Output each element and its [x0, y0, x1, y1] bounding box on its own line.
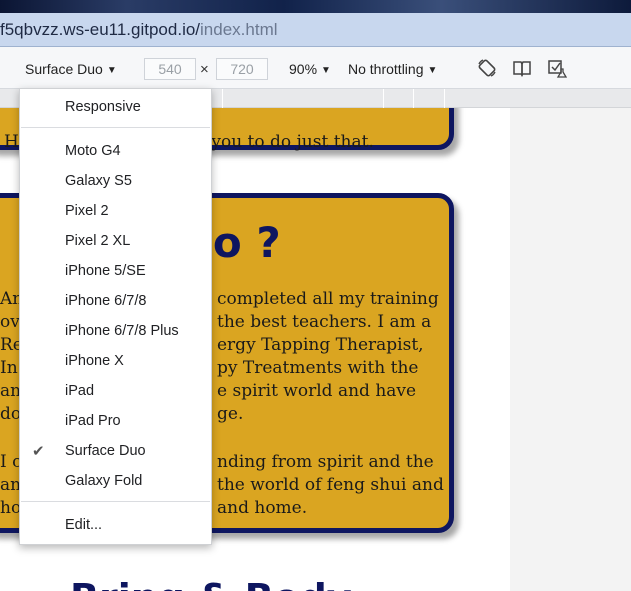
dual-screen-icon[interactable]: [512, 58, 532, 78]
zoom-select[interactable]: 90% ▼: [289, 61, 331, 77]
about-text-right: the best teachers. I am a: [217, 312, 432, 332]
url-host: f5qbvzz.ws-eu11.gitpod.io/: [0, 20, 201, 39]
about-text-left: ov: [0, 312, 20, 332]
about-text-right: ge.: [217, 404, 244, 424]
device-select[interactable]: Surface Duo ▼: [25, 61, 117, 77]
rotate-icon[interactable]: [477, 58, 497, 78]
throttling-label: No throttling: [348, 61, 424, 77]
device-select-label: Surface Duo: [25, 61, 103, 77]
card-text: h you to do just that.: [195, 132, 374, 152]
checkmark-icon: ✔: [32, 443, 45, 460]
chevron-down-icon: ▼: [427, 65, 438, 76]
desktop-background-strip: [0, 0, 631, 13]
menu-item-device[interactable]: Moto G4: [65, 143, 121, 159]
width-input[interactable]: 540: [144, 58, 196, 80]
about-text-right: py Treatments with the: [217, 358, 419, 378]
device-dropdown-menu[interactable]: Responsive Moto G4 Galaxy S5 Pixel 2 Pix…: [19, 88, 212, 545]
menu-item-device[interactable]: Pixel 2: [65, 203, 109, 219]
menu-item-device[interactable]: Galaxy S5: [65, 173, 132, 189]
about-text-right: completed all my training: [217, 289, 439, 309]
height-input[interactable]: 720: [216, 58, 268, 80]
menu-item-responsive[interactable]: Responsive: [65, 99, 141, 115]
about-text-left: do: [0, 404, 22, 424]
about-text-right: nding from spirit and the: [217, 452, 434, 472]
menu-item-device[interactable]: iPad Pro: [65, 413, 121, 429]
address-bar[interactable]: f5qbvzz.ws-eu11.gitpod.io/index.html: [0, 13, 631, 47]
chevron-down-icon: ▼: [321, 65, 331, 76]
about-text-right: the world of feng shui and: [217, 475, 444, 495]
url-path: index.html: [200, 20, 278, 39]
menu-item-device[interactable]: Galaxy Fold: [65, 473, 142, 489]
sensor-settings-icon[interactable]: [547, 58, 567, 78]
device-toolbar: Surface Duo ▼ 540 × 720 90% ▼ No throttlin…: [0, 47, 631, 89]
about-text-left: an: [0, 475, 22, 495]
menu-item-device[interactable]: iPhone X: [65, 353, 124, 369]
about-text-right: e spirit world and have: [217, 381, 417, 401]
about-text-left: In: [0, 358, 18, 378]
zoom-label: 90%: [289, 61, 318, 77]
section-heading: Bring & Body: [70, 576, 352, 591]
chevron-down-icon: ▼: [106, 65, 117, 76]
about-text-right: ergy Tapping Therapist,: [217, 335, 424, 355]
menu-item-device[interactable]: Pixel 2 XL: [65, 233, 130, 249]
about-text-left: ho: [0, 498, 22, 518]
menu-item-device[interactable]: iPad: [65, 383, 94, 399]
menu-separator: [21, 127, 210, 128]
menu-item-device[interactable]: iPhone 5/SE: [65, 263, 146, 279]
about-text-left: an: [0, 381, 22, 401]
throttling-select[interactable]: No throttling ▼: [348, 61, 437, 77]
about-text-right: and home.: [217, 498, 308, 518]
dimension-separator: ×: [200, 61, 209, 78]
menu-item-device[interactable]: iPhone 6/7/8: [65, 293, 146, 309]
menu-item-device-selected[interactable]: Surface Duo: [65, 443, 146, 459]
menu-separator: [21, 501, 210, 502]
menu-item-edit[interactable]: Edit...: [65, 517, 102, 533]
url-text[interactable]: f5qbvzz.ws-eu11.gitpod.io/index.html: [0, 20, 278, 40]
menu-item-device[interactable]: iPhone 6/7/8 Plus: [65, 323, 179, 339]
